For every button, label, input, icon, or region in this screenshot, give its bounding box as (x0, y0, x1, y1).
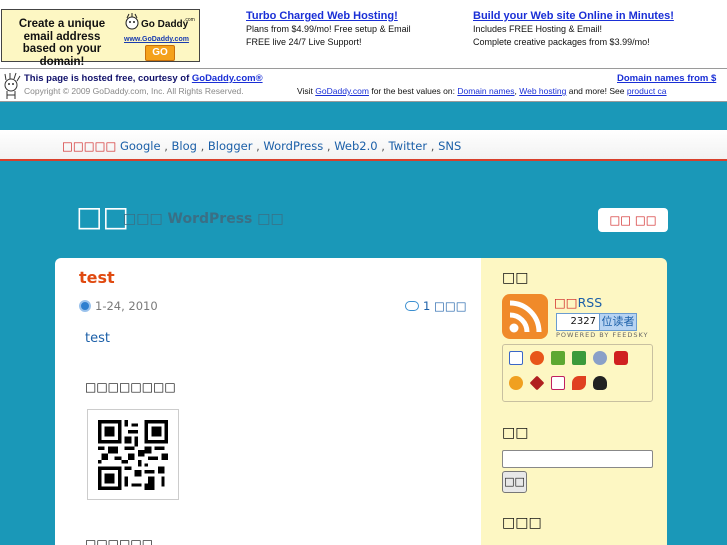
nav-link-twitter[interactable]: Twitter (389, 139, 428, 153)
post-comments-link[interactable]: 1 □□□ (405, 299, 467, 313)
blog-title[interactable]: □□ (76, 200, 129, 233)
website-builder-ad-line1: Includes FREE Hosting & Email! (473, 24, 603, 34)
google-reader-icon[interactable] (509, 351, 523, 365)
rss-heading: □□ (502, 270, 529, 286)
sidebar: □□ □□RSS 2327 位读者 POWERED BY FEEDSKY □□ … (481, 258, 667, 545)
hosting-ad-line2: FREE live 24/7 Live Support! (246, 37, 362, 47)
nav-link-web20[interactable]: Web2.0 (334, 139, 377, 153)
nav-link-blog[interactable]: Blog (172, 139, 197, 153)
website-builder-ad-line2: Complete creative packages from $3.99/mo… (473, 37, 650, 47)
nav-link-google[interactable]: Google (120, 139, 161, 153)
search-input[interactable] (502, 450, 653, 468)
copyright-text: Copyright © 2009 GoDaddy.com, Inc. All R… (24, 86, 244, 96)
nav-prefix: □□□□□ (62, 139, 117, 153)
post-body: test (85, 331, 110, 346)
post-date-text: 1-24, 2010 (95, 299, 158, 313)
hosted-notice: This page is hosted free, courtesy of Go… (24, 73, 263, 84)
blog-description: □□□ WordPress □□ (123, 211, 284, 227)
youdao-icon[interactable] (529, 375, 545, 391)
douban-icon[interactable] (572, 376, 586, 390)
qq-icon[interactable] (593, 376, 607, 390)
search-heading: □□ (502, 425, 529, 441)
reader-count: 2327 (556, 313, 600, 331)
godaddy-ad-bar: Create a unique email address based on y… (0, 0, 727, 68)
qr-code-image (87, 409, 179, 500)
yahoo-icon[interactable] (614, 351, 628, 365)
visit-godaddy-link[interactable]: GoDaddy.com (315, 86, 369, 96)
website-builder-ad: Build your Web site Online in Minutes! I… (473, 10, 674, 49)
clock-icon (79, 300, 91, 312)
web-hosting-link[interactable]: Web hosting (519, 86, 566, 96)
rss-link[interactable]: □□RSS (554, 295, 602, 310)
reader-label: 位读者 (600, 313, 637, 331)
third-heading: □□□ (502, 515, 542, 531)
website-builder-ad-link[interactable]: Build your Web site Online in Minutes! (473, 10, 674, 23)
hosting-ad: Turbo Charged Web Hosting! Plans from $4… (246, 10, 411, 49)
nav-links: □□□□□ Google , Blog , Blogger , WordPres… (62, 139, 462, 153)
add-feed-icon[interactable] (572, 351, 586, 365)
go-button[interactable]: GO (145, 45, 175, 61)
comment-bubble-icon (405, 301, 419, 311)
product-catalog-link[interactable]: product ca (627, 86, 667, 96)
post-column: test 1-24, 2010 1 □□□ test □□□□□□□□ □□□□… (55, 258, 481, 545)
nav-link-wordpress[interactable]: WordPress (263, 139, 323, 153)
comments-count[interactable]: 1 □□□ (423, 299, 467, 313)
post-date: 1-24, 2010 (79, 299, 158, 313)
nav-link-sns[interactable]: SNS (438, 139, 461, 153)
header-button[interactable]: □□ □□ (598, 208, 668, 232)
post-title-link[interactable]: test (79, 268, 115, 287)
email-ad-text: Create a unique email address based on y… (18, 18, 106, 68)
rss-feed-icon[interactable] (502, 294, 548, 339)
email-ad-box[interactable]: Create a unique email address based on y… (1, 9, 200, 68)
subscribe-icons (502, 344, 653, 402)
qr-code-icon (98, 420, 168, 490)
visit-godaddy-text: Visit GoDaddy.com for the best values on… (297, 86, 667, 96)
yodao-reader-icon[interactable] (551, 376, 565, 390)
qr-code-label: □□□□□□□□ (85, 380, 176, 394)
zhuaxia-icon[interactable] (551, 351, 565, 365)
godaddy-com-link[interactable]: GoDaddy.com® (192, 73, 263, 84)
feedsky-reader-badge[interactable]: 2327 位读者 (556, 313, 637, 331)
xianguo-icon[interactable] (530, 351, 544, 365)
godaddy-url-link[interactable]: www.GoDaddy.com (124, 36, 189, 43)
bloglines-icon[interactable] (593, 351, 607, 365)
domain-names-link[interactable]: Domain names (457, 86, 514, 96)
hosting-ad-link[interactable]: Turbo Charged Web Hosting! (246, 10, 411, 23)
domain-names-promo-link[interactable]: Domain names from $ (617, 73, 716, 84)
hosted-free-strip: This page is hosted free, courtesy of Go… (0, 68, 727, 102)
powered-by-feedsky: POWERED BY FEEDSKY (556, 331, 649, 339)
hosting-ad-line1: Plans from $4.99/mo! Free setup & Email (246, 24, 411, 34)
godaddy-logo-text: Go Daddy (141, 19, 189, 30)
netvibes-icon[interactable] (509, 376, 523, 390)
top-navigation: □□□□□ Google , Blog , Blogger , WordPres… (0, 130, 727, 161)
svg-text:.com: .com (184, 17, 195, 23)
next-section-label: □□□□□□ (85, 537, 154, 545)
search-button[interactable]: □□ (502, 471, 527, 493)
nav-link-blogger[interactable]: Blogger (208, 139, 253, 153)
godaddy-mascot-icon (4, 72, 21, 99)
